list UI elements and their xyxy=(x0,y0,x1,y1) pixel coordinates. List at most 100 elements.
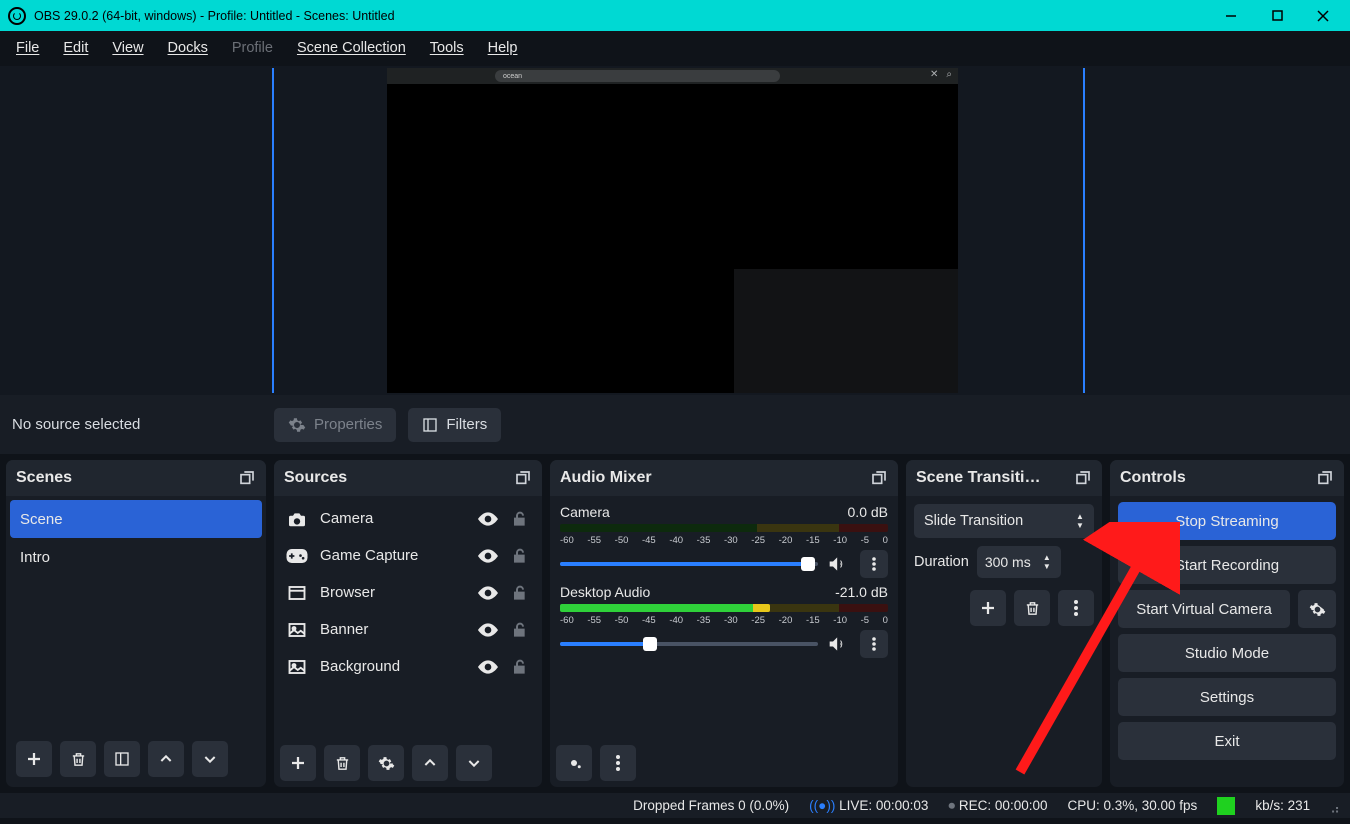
lock-toggle[interactable] xyxy=(510,511,530,527)
audio-menu-button[interactable] xyxy=(600,745,636,781)
scene-item-scene[interactable]: Scene xyxy=(10,500,262,538)
menu-tools[interactable]: Tools xyxy=(420,36,474,61)
preview-guide-left xyxy=(272,68,274,393)
sources-panel: Sources Camera Game Capture Browser Banner B… xyxy=(274,460,542,787)
scenes-header[interactable]: Scenes xyxy=(6,460,266,496)
transitions-header[interactable]: Scene Transiti… xyxy=(906,460,1102,496)
add-source-button[interactable] xyxy=(280,745,316,781)
no-source-label: No source selected xyxy=(12,416,262,433)
stop-streaming-button[interactable]: Stop Streaming xyxy=(1118,502,1336,540)
rec-indicator-icon: ⏺ xyxy=(948,798,955,813)
source-row-banner[interactable]: Banner xyxy=(278,611,538,648)
lock-toggle[interactable] xyxy=(510,622,530,638)
studio-mode-button[interactable]: Studio Mode xyxy=(1118,634,1336,672)
transitions-title: Scene Transiti… xyxy=(916,469,1041,487)
properties-button[interactable]: Properties xyxy=(274,408,396,442)
scene-up-button[interactable] xyxy=(148,741,184,777)
source-label: Browser xyxy=(320,584,466,601)
preview-pip xyxy=(734,269,958,393)
source-row-camera[interactable]: Camera xyxy=(278,500,538,537)
transition-select[interactable]: Slide Transition ▲▼ xyxy=(914,504,1094,538)
preview-browser-bar: ocean ✕ ⌕ xyxy=(387,68,958,84)
live-indicator-icon: ((●)) xyxy=(809,798,835,813)
exit-button[interactable]: Exit xyxy=(1118,722,1336,760)
image-icon xyxy=(286,659,308,675)
menu-edit[interactable]: Edit xyxy=(53,36,98,61)
channel-menu-button[interactable] xyxy=(860,550,888,578)
obs-app-icon xyxy=(8,7,26,25)
scene-item-intro[interactable]: Intro xyxy=(10,538,262,576)
resize-grip-icon[interactable]: ⣠ xyxy=(1330,798,1340,814)
gamepad-icon xyxy=(286,549,308,563)
scene-filter-button[interactable] xyxy=(104,741,140,777)
transition-menu-button[interactable] xyxy=(1058,590,1094,626)
duration-spinner-icon[interactable]: ▲▼ xyxy=(1037,548,1057,576)
preview-search-field: ocean xyxy=(495,70,780,82)
menu-profile[interactable]: Profile xyxy=(222,36,283,61)
source-up-button[interactable] xyxy=(412,745,448,781)
popout-icon[interactable] xyxy=(868,467,890,489)
channel-menu-button[interactable] xyxy=(860,630,888,658)
menu-help[interactable]: Help xyxy=(478,36,528,61)
visibility-toggle[interactable] xyxy=(478,549,498,563)
menu-view[interactable]: View xyxy=(102,36,153,61)
volume-slider[interactable] xyxy=(560,642,818,646)
menu-scene-collection[interactable]: Scene Collection xyxy=(287,36,416,61)
select-spinner-icon[interactable]: ▲▼ xyxy=(1070,506,1090,536)
popout-icon[interactable] xyxy=(512,467,534,489)
audio-advanced-button[interactable] xyxy=(556,745,592,781)
lock-toggle[interactable] xyxy=(510,659,530,675)
window-icon xyxy=(286,585,308,601)
maximize-icon[interactable] xyxy=(1254,0,1300,31)
delete-scene-button[interactable] xyxy=(60,741,96,777)
source-settings-button[interactable] xyxy=(368,745,404,781)
meter-ticks: -60-55-50-45-40-35-30-25-20-15-10-50 xyxy=(560,615,888,626)
popout-icon[interactable] xyxy=(1314,467,1336,489)
filters-button[interactable]: Filters xyxy=(408,408,501,442)
source-row-game-capture[interactable]: Game Capture xyxy=(278,537,538,574)
delete-transition-button[interactable] xyxy=(1014,590,1050,626)
scene-down-button[interactable] xyxy=(192,741,228,777)
speaker-icon[interactable] xyxy=(828,555,850,573)
source-row-browser[interactable]: Browser xyxy=(278,574,538,611)
lock-toggle[interactable] xyxy=(510,548,530,564)
visibility-toggle[interactable] xyxy=(478,512,498,526)
audio-header[interactable]: Audio Mixer xyxy=(550,460,898,496)
controls-header[interactable]: Controls xyxy=(1110,460,1344,496)
start-virtual-camera-button[interactable]: Start Virtual Camera xyxy=(1118,590,1290,628)
virtual-camera-settings-button[interactable] xyxy=(1298,590,1336,628)
close-icon[interactable] xyxy=(1300,0,1346,31)
speaker-icon[interactable] xyxy=(828,635,850,653)
volume-slider[interactable] xyxy=(560,562,818,566)
start-recording-button[interactable]: Start Recording xyxy=(1118,546,1336,584)
settings-button[interactable]: Settings xyxy=(1118,678,1336,716)
visibility-toggle[interactable] xyxy=(478,623,498,637)
popout-icon[interactable] xyxy=(1072,467,1094,489)
add-transition-button[interactable] xyxy=(970,590,1006,626)
transition-selected-label: Slide Transition xyxy=(924,513,1023,529)
source-label: Camera xyxy=(320,510,466,527)
properties-label: Properties xyxy=(314,416,382,433)
delete-source-button[interactable] xyxy=(324,745,360,781)
lock-toggle[interactable] xyxy=(510,585,530,601)
add-scene-button[interactable] xyxy=(16,741,52,777)
visibility-toggle[interactable] xyxy=(478,660,498,674)
source-row-background[interactable]: Background xyxy=(278,648,538,685)
visibility-toggle[interactable] xyxy=(478,586,498,600)
menu-file[interactable]: File xyxy=(6,36,49,61)
sources-header[interactable]: Sources xyxy=(274,460,542,496)
scenes-panel: Scenes Scene Intro xyxy=(6,460,266,787)
popout-icon[interactable] xyxy=(236,467,258,489)
duration-input[interactable]: 300 ms ▲▼ xyxy=(977,546,1061,578)
preview-area[interactable]: ocean ✕ ⌕ xyxy=(0,66,1350,395)
camera-icon xyxy=(286,511,308,527)
menu-docks[interactable]: Docks xyxy=(158,36,218,61)
minimize-icon[interactable] xyxy=(1208,0,1254,31)
stream-health-icon xyxy=(1217,797,1235,815)
source-label: Background xyxy=(320,658,466,675)
menubar: File Edit View Docks Profile Scene Colle… xyxy=(0,31,1350,66)
panels-row: Scenes Scene Intro Sources Camera Game Ca… xyxy=(0,454,1350,793)
source-down-button[interactable] xyxy=(456,745,492,781)
preview-canvas[interactable]: ocean ✕ ⌕ xyxy=(387,68,958,393)
audio-title: Audio Mixer xyxy=(560,469,652,487)
